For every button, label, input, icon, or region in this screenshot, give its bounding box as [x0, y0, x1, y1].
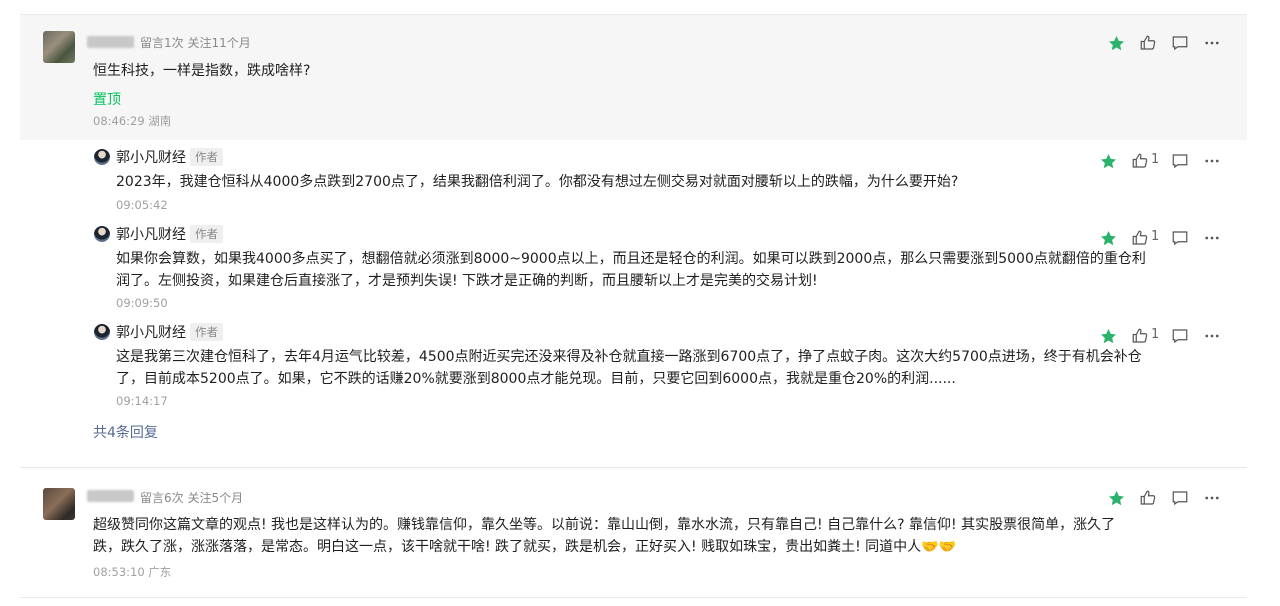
reply-text-line2: 润了。左侧投资，如果建仓后直接涨了，才是预判失误! 下跌才是正确的判断，而且腰斩…: [116, 273, 818, 289]
comment-icon[interactable]: [1168, 31, 1192, 55]
author-tag: 作者: [190, 148, 223, 166]
reply-text-line2: 了，目前成本5200点了。如果，它不跌的话赚20%就要涨到8000点才能兑现。目…: [116, 371, 956, 387]
star-icon[interactable]: [1096, 324, 1120, 348]
comment-icon[interactable]: [1168, 226, 1192, 250]
reply-author[interactable]: 郭小凡财经: [116, 224, 186, 244]
reply-time: 09:05:42: [116, 198, 168, 212]
more-icon[interactable]: [1200, 31, 1224, 55]
more-icon[interactable]: [1200, 149, 1224, 173]
star-icon[interactable]: [1104, 31, 1128, 55]
comment-text-line2: 跌，跌久了涨，涨涨落落，是常态。明白这一点，该干啥就干啥! 跌了就买，跌是机会，…: [93, 539, 957, 555]
thumbs-up-icon[interactable]: [1136, 31, 1160, 55]
comment-icon[interactable]: [1168, 324, 1192, 348]
reply-text: 2023年，我建仓恒科从4000多点跌到2700点了，结果我翻倍利润了。你都没有…: [116, 174, 959, 190]
author-avatar[interactable]: [94, 324, 110, 340]
like-count: 1: [1151, 327, 1160, 342]
comment-time: 08:46:29 湖南: [93, 114, 172, 128]
like-count: 1: [1151, 229, 1160, 244]
author-avatar[interactable]: [94, 226, 110, 242]
star-icon[interactable]: [1104, 486, 1128, 510]
thumbs-up-icon[interactable]: [1128, 226, 1152, 250]
reply-text-line1: 如果你会算数，如果我4000多点买了，想翻倍就必须涨到8000~9000点以上，…: [116, 251, 1146, 267]
view-all-replies-link[interactable]: 共4条回复: [93, 422, 158, 442]
reply-author[interactable]: 郭小凡财经: [116, 147, 186, 167]
comment-meta: 留言6次 关注5个月: [140, 491, 244, 505]
username-blurred[interactable]: [87, 490, 134, 502]
author-avatar[interactable]: [94, 149, 110, 165]
thumbs-up-icon[interactable]: [1136, 486, 1160, 510]
divider-bottom: [20, 597, 1247, 598]
comment-text: 恒生科技，一样是指数，跌成啥样?: [93, 63, 311, 79]
more-icon[interactable]: [1200, 226, 1224, 250]
star-icon[interactable]: [1096, 149, 1120, 173]
avatar[interactable]: [43, 488, 75, 520]
reply-time: 09:14:17: [116, 394, 168, 408]
handshake-emoji: 🤝🤝: [921, 539, 957, 555]
reply-text-line1: 这是我第三次建仓恒科了，去年4月运气比较差，4500点附近买完还没来得及补仓就直…: [116, 349, 1142, 365]
author-tag: 作者: [190, 323, 223, 341]
comment-icon[interactable]: [1168, 486, 1192, 510]
like-count: 1: [1151, 152, 1160, 167]
comment-icon[interactable]: [1168, 149, 1192, 173]
reply-author[interactable]: 郭小凡财经: [116, 322, 186, 342]
author-tag: 作者: [190, 225, 223, 243]
thumbs-up-icon[interactable]: [1128, 324, 1152, 348]
thumbs-up-icon[interactable]: [1128, 149, 1152, 173]
reply-time: 09:09:50: [116, 296, 168, 310]
comment-time: 08:53:10 广东: [93, 565, 172, 579]
avatar[interactable]: [43, 31, 75, 63]
pinned-label[interactable]: 置顶: [93, 89, 121, 109]
more-icon[interactable]: [1200, 324, 1224, 348]
divider: [20, 467, 1247, 468]
username-blurred[interactable]: [87, 36, 134, 48]
comment-text-line1: 超级赞同你这篇文章的观点! 我也是这样认为的。赚钱靠信仰，靠久坐等。以前说：靠山…: [93, 517, 1116, 533]
more-icon[interactable]: [1200, 486, 1224, 510]
star-icon[interactable]: [1096, 226, 1120, 250]
comment-meta: 留言1次 关注11个月: [140, 36, 251, 50]
